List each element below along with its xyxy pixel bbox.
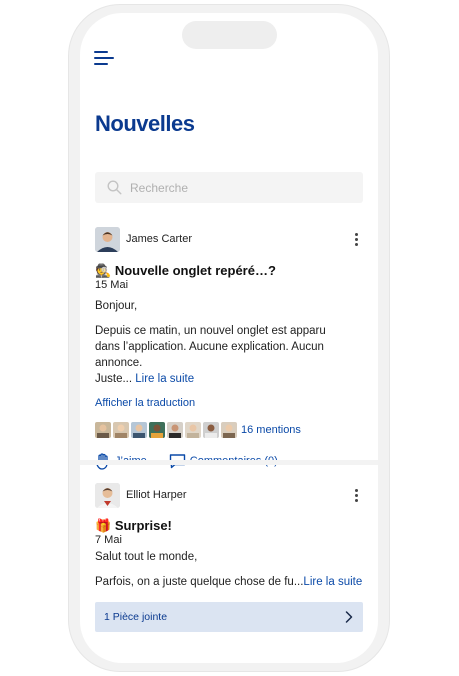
avatar[interactable] — [95, 226, 120, 252]
more-vertical-icon[interactable] — [349, 485, 363, 505]
translate-link[interactable]: Afficher la traduction — [95, 397, 363, 409]
gift-emoji-icon: 🎁 — [95, 518, 112, 533]
chevron-right-icon — [345, 611, 353, 623]
avatar[interactable] — [95, 482, 120, 508]
mention-avatar — [185, 422, 201, 438]
mention-avatar — [95, 422, 111, 438]
more-vertical-icon[interactable] — [349, 229, 363, 249]
attachment-button[interactable]: 1 Pièce jointe — [95, 602, 363, 632]
menu-icon[interactable] — [94, 51, 116, 67]
mentions-row[interactable]: 16 mentions — [95, 421, 363, 439]
mention-avatar — [149, 422, 165, 438]
page-title: Nouvelles — [95, 111, 195, 136]
post-header: James Carter — [95, 226, 363, 252]
mention-avatar — [221, 422, 237, 438]
post-date: 7 Mai — [95, 534, 122, 546]
author-name[interactable]: James Carter — [126, 233, 192, 245]
mention-avatar — [203, 422, 219, 438]
post-divider — [80, 460, 378, 465]
attachment-label: 1 Pièce jointe — [104, 611, 168, 623]
mention-avatar — [113, 422, 129, 438]
post-greeting: Bonjour, — [95, 300, 138, 312]
search-input[interactable] — [130, 180, 330, 195]
search-icon — [107, 180, 122, 195]
post-header: Elliot Harper — [95, 482, 363, 508]
post-card: Elliot Harper 🎁 Surprise! 7 Mai Salut to… — [95, 482, 363, 632]
mentions-count[interactable]: 16 mentions — [241, 424, 301, 436]
post-greeting: Salut tout le monde, — [95, 551, 198, 563]
mention-avatar — [131, 422, 147, 438]
read-more-link[interactable]: Lire la suite — [135, 373, 194, 385]
app-screen: Nouvelles James Carter 🕵️ Nouvelle ongle — [80, 13, 378, 663]
post-body: Parfois, on a juste quelque chose de fu.… — [95, 576, 363, 588]
read-more-link[interactable]: Lire la suite — [303, 576, 362, 588]
detective-emoji-icon: 🕵️ — [95, 263, 112, 278]
author-name[interactable]: Elliot Harper — [126, 489, 187, 501]
post-title: 🎁 Surprise! — [95, 518, 172, 533]
post-title: 🕵️ Nouvelle onglet repéré…? — [95, 263, 276, 278]
post-body: Depuis ce matin, un nouvel onglet est ap… — [95, 325, 326, 385]
post-date: 15 Mai — [95, 279, 129, 291]
phone-notch — [182, 21, 277, 49]
post-card: James Carter 🕵️ Nouvelle onglet repéré…?… — [95, 226, 363, 471]
mention-avatar — [167, 422, 183, 438]
search-bar[interactable] — [95, 172, 363, 203]
